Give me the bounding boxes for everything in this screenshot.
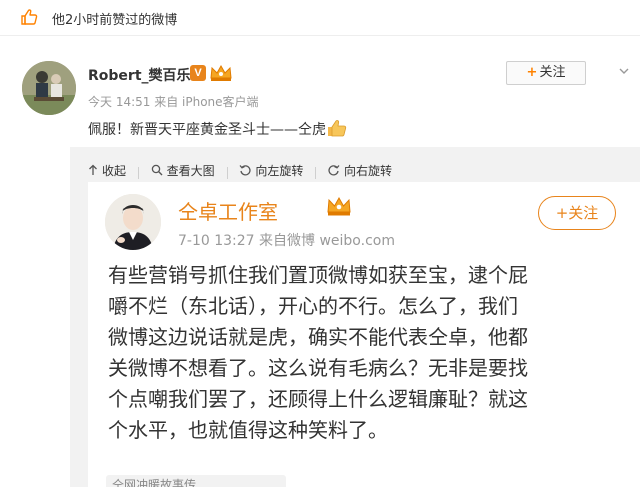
rotate-right-icon	[328, 165, 340, 176]
rotate-left-icon	[239, 165, 251, 176]
text-line: 嚼不烂（东北话），开心的不行。怎么了，我们	[108, 294, 518, 318]
expanded-image-panel: 收起 查看大图 向左旋转 向右旋转 仝卓工作室 7-10 13:27 来自微博 …	[70, 147, 640, 487]
follow-button[interactable]: + 关注	[506, 61, 586, 85]
magnifier-icon	[151, 164, 163, 176]
author-name[interactable]: Robert_樊百乐	[88, 65, 191, 85]
author-avatar[interactable]	[22, 61, 76, 115]
collapse-label: 收起	[102, 163, 127, 178]
text-line: 个水平，也就值得这种笑料了。	[108, 418, 388, 442]
rotate-right-label: 向右旋转	[344, 163, 393, 178]
post-meta: 今天 14:51 来自 iPhone客户端	[88, 95, 259, 109]
rotate-left-action[interactable]: 向左旋转	[239, 161, 303, 179]
divider	[315, 166, 317, 179]
text-line: 有些营销号抓住我们置顶微博如获至宝，逮个屁	[108, 263, 528, 287]
weibo-post: Robert_樊百乐 V 今天 14:51 来自 iPhone客户端 + 关注 佩…	[0, 37, 640, 487]
studio-follow-label: 关注	[568, 204, 599, 222]
follow-label: 关注	[539, 65, 566, 80]
image-actions-bar: 收起 查看大图 向左旋转 向右旋转	[88, 161, 400, 181]
text-line: 个点嘲我们罢了，还顾得上什么逻辑廉耻？就这	[108, 387, 528, 411]
studio-name: 仝卓工作室	[178, 200, 278, 224]
text-line: 关微博不想看了。这么说有毛病么？无非是要找	[108, 356, 528, 380]
rotate-right-action[interactable]: 向右旋转	[328, 161, 392, 179]
divider	[137, 166, 139, 179]
thumbs-up-icon	[21, 9, 38, 25]
studio-post-text: 有些营销号抓住我们置顶微博如获至宝，逮个屁 嚼不烂（东北话），开心的不行。怎么了…	[108, 260, 628, 446]
studio-meta: 7-10 13:27 来自微博 weibo.com	[178, 233, 395, 249]
view-large-label: 查看大图	[166, 163, 215, 178]
post-text: 佩服！新晋天平座黄金圣斗士——仝虎	[88, 122, 326, 138]
view-large-action[interactable]: 查看大图	[151, 161, 215, 179]
thumbs-up-emoji-icon	[328, 120, 347, 137]
studio-follow-button: +关注	[538, 196, 616, 230]
embedded-screenshot-image[interactable]: 仝卓工作室 7-10 13:27 来自微博 weibo.com +关注 有些营销…	[88, 182, 640, 487]
text-line: 微博这边说话就是虎，确实不能代表仝卓，他都	[108, 325, 528, 349]
studio-avatar	[105, 194, 161, 250]
studio-crown-icon	[327, 196, 351, 216]
verified-v-badge: V	[190, 65, 206, 81]
plus-icon: +	[526, 65, 538, 80]
divider	[226, 166, 228, 179]
collapse-action[interactable]: 收起	[88, 161, 126, 179]
rotate-left-label: 向左旋转	[255, 163, 304, 178]
liked-timestamp-text: 他2小时前赞过的微博	[52, 13, 178, 28]
arrow-up-icon	[89, 164, 97, 175]
chevron-down-icon[interactable]	[618, 65, 630, 77]
plus-icon: +	[555, 204, 569, 222]
liked-bar: 他2小时前赞过的微博	[0, 0, 640, 36]
vip-crown-icon	[210, 64, 232, 81]
post-content: 佩服！新晋天平座黄金圣斗士——仝虎	[88, 119, 347, 139]
studio-footer-snippet: 仝网冲暖故事传	[106, 475, 286, 487]
